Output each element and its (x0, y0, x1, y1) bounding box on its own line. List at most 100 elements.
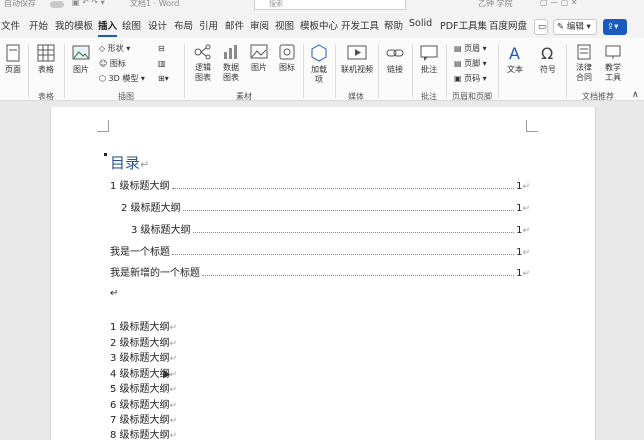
ribbon-insert: 页面 表格 表格 图片 ◇ 形状 ▾ ☺ 图标 ⬡ 3D 模型 ▾ ⊟ ▥ ⊞▾… (0, 38, 644, 101)
toc-entry-text: 我是新增的一个标题 (110, 268, 200, 279)
svg-text:Ω: Ω (541, 44, 553, 62)
picture-button[interactable]: 图片 (70, 44, 92, 75)
tab-home[interactable]: 开始 (29, 18, 48, 32)
tab-baidu-disk[interactable]: 百度网盘 (489, 18, 527, 32)
video-icon (347, 45, 367, 60)
autosave-toggle[interactable] (50, 1, 64, 8)
comment-button[interactable]: 批注 (418, 44, 440, 75)
data-chart-icon (224, 45, 237, 59)
tab-insert[interactable]: 插入 (98, 18, 118, 37)
link-label: 链接 (387, 65, 403, 74)
material-picture-button[interactable]: 图片 (248, 44, 270, 73)
3d-model-button[interactable]: ⬡ 3D 模型 ▾ (99, 74, 145, 84)
title-bar: 自动保存 ▣ ↶ ↷ ▾ 文档1 · Word 搜索 乙钟 学院 ▢ — ▢ ✕ (0, 0, 644, 10)
shapes-button[interactable]: ◇ 形状 ▾ (99, 44, 130, 54)
comment-label: 批注 (421, 65, 437, 74)
tab-help[interactable]: 帮助 (384, 18, 403, 32)
toc-entry-text: 我是一个标题 (110, 247, 170, 258)
tab-my-templates[interactable]: 我的模板 (55, 18, 93, 32)
icons-button[interactable]: ☺ 图标 (99, 59, 126, 69)
save-icon[interactable]: ▣ ↶ ↷ ▾ (72, 0, 105, 7)
tab-review[interactable]: 审阅 (250, 18, 269, 32)
paragraph-mark: ↵ (169, 370, 178, 380)
material-icon-icon (279, 44, 295, 60)
collapse-ribbon-icon[interactable]: ∧ (632, 90, 639, 100)
tab-view[interactable]: 视图 (275, 18, 294, 32)
tab-draw[interactable]: 绘图 (122, 18, 141, 32)
doc-title: 文档1 · Word (130, 0, 180, 8)
tab-template-center[interactable]: 模板中心 (300, 18, 338, 32)
teaching-tool-label: 教学工具 (605, 63, 621, 82)
body-heading-line[interactable]: 6 级标题大纲↵ (110, 396, 177, 411)
paragraph-mark: ↵ (169, 339, 178, 349)
legal-contract-label: 法律合同 (576, 63, 592, 82)
legal-contract-button[interactable]: 法律合同 (572, 44, 596, 83)
smartart-icon[interactable]: ⊟ (158, 44, 165, 54)
body-heading-line[interactable]: 7 级标题大纲↵ (110, 411, 177, 426)
toc-title[interactable]: 目录↵ (110, 152, 149, 173)
empty-paragraph[interactable]: ↵ (110, 288, 118, 299)
user-name[interactable]: 乙钟 学院 (478, 0, 513, 9)
paragraph-mark: ↵ (169, 401, 178, 411)
tab-solid[interactable]: Solid (409, 18, 432, 29)
screenshot-icon[interactable]: ⊞▾ (158, 74, 169, 84)
symbol-button[interactable]: Ω 符号 (537, 44, 559, 75)
text-icon: A (509, 44, 520, 62)
tab-developer[interactable]: 开发工具 (341, 18, 379, 32)
symbol-label: 符号 (540, 65, 556, 74)
tab-references[interactable]: 引用 (199, 18, 218, 32)
chart-icon[interactable]: ▥ (158, 59, 166, 69)
body-heading-line[interactable]: 3 级标题大纲↵ (110, 349, 177, 364)
addins-icon (311, 44, 327, 62)
link-button[interactable]: 链接 (384, 44, 406, 75)
icons-label: 图标 (109, 59, 126, 68)
paragraph-mark: ↵ (169, 431, 178, 440)
paragraph-mark: ↵ (140, 158, 150, 171)
footer-button[interactable]: ▤ 页脚 ▾ (454, 59, 487, 69)
toc-title-text: 目录 (110, 154, 141, 172)
pages-button[interactable]: 页面 (2, 44, 24, 75)
header-button[interactable]: ▤ 页眉 ▾ (454, 44, 487, 54)
share-icon[interactable]: ⇪▾ (603, 19, 627, 35)
material-icon-button[interactable]: 图标 (276, 44, 298, 73)
teaching-tool-button[interactable]: 教学工具 (601, 44, 625, 83)
material-picture-icon (250, 44, 268, 59)
body-heading-line[interactable]: 8 级标题大纲↵ (110, 426, 177, 440)
toc-entry[interactable]: 我是一个标题 1 ↵ (110, 244, 530, 258)
toc-entry[interactable]: 2 级标题大纲 1 ↵ (121, 200, 530, 214)
body-heading-line[interactable]: 5 级标题大纲↵ (110, 380, 177, 395)
picture-label: 图片 (73, 65, 89, 74)
addins-button[interactable]: 加载项 (308, 44, 330, 85)
window-controls[interactable]: ▢ — ▢ ✕ (540, 0, 577, 7)
toc-entry[interactable]: 1 级标题大纲 1 ↵ (110, 178, 530, 192)
online-video-button[interactable]: 联机视频 (340, 44, 374, 75)
textbox-button[interactable]: A 文本 (504, 44, 526, 75)
tab-mailings[interactable]: 邮件 (225, 18, 244, 32)
menu-bar: 文件 开始 我的模板 插入 绘图 设计 布局 引用 邮件 审阅 视图 模板中心 … (0, 10, 644, 38)
search-input[interactable]: 搜索 (254, 0, 406, 10)
logic-chart-icon (194, 44, 211, 60)
icons-icon: ☺ (99, 59, 108, 68)
data-chart-button[interactable]: 数据图表 (220, 44, 242, 83)
tab-pdf-tools[interactable]: PDF工具集 (440, 18, 487, 32)
body-heading-line[interactable]: 2 级标题大纲↵ (110, 334, 177, 349)
toc-entry[interactable]: 我是新增的一个标题 1 ↵ (110, 265, 530, 279)
paragraph-mark: ↵ (169, 354, 178, 364)
tab-layout[interactable]: 布局 (174, 18, 193, 32)
paragraph-mark: ↵ (169, 385, 178, 395)
tab-design[interactable]: 设计 (148, 18, 167, 32)
legal-contract-icon (577, 44, 591, 60)
tab-file[interactable]: 文件 (1, 18, 20, 32)
toc-entry-text: 2 级标题大纲 (121, 203, 181, 214)
footer-label: 页脚 (464, 59, 481, 68)
shapes-label: 形状 (107, 44, 124, 53)
edit-mode-button[interactable]: ✎ 编辑 ▾ (553, 19, 597, 35)
comment-icon[interactable]: ▭ (534, 19, 548, 35)
body-heading-line[interactable]: 1 级标题大纲↵ (110, 318, 177, 333)
paragraph-mark: ↵ (169, 323, 178, 333)
page-number-button[interactable]: ▣ 页码 ▾ (454, 74, 487, 84)
shapes-icon: ◇ (99, 44, 106, 53)
logic-chart-button[interactable]: 逻辑图表 (192, 44, 214, 83)
table-button[interactable]: 表格 (34, 44, 58, 75)
toc-entry[interactable]: 3 级标题大纲 1 ↵ (131, 222, 530, 236)
